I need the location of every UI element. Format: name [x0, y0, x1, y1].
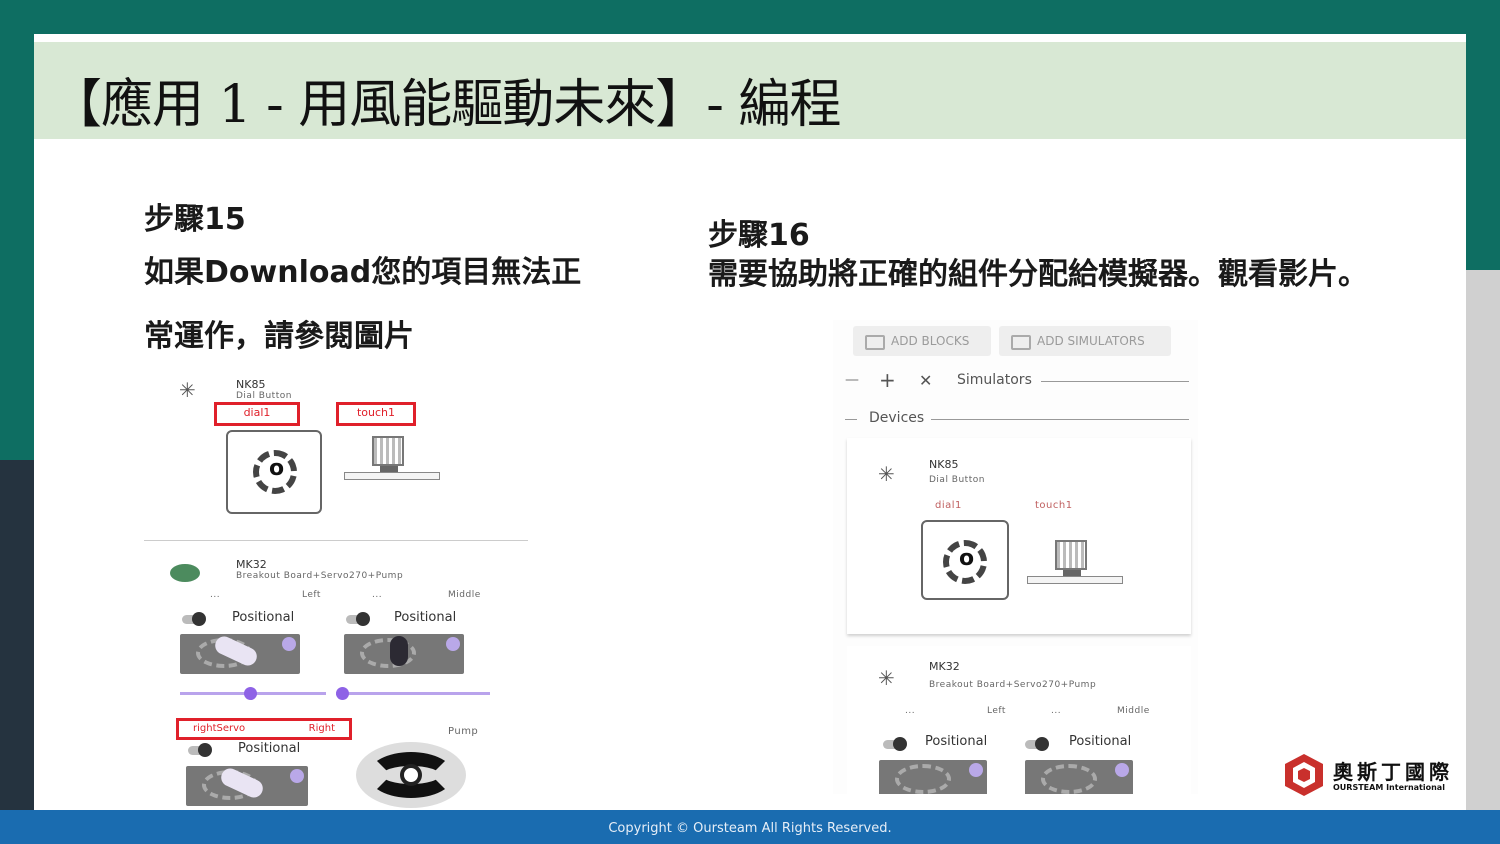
- left-servo-slider[interactable]: [180, 687, 326, 700]
- dots-left: ...: [210, 590, 221, 600]
- gear-icon: [1041, 764, 1097, 794]
- step15-line2: 常運作，請參閱圖片: [144, 319, 414, 354]
- left-label: Left: [302, 590, 321, 600]
- plus-icon[interactable]: +: [879, 368, 896, 392]
- dial-button-sim[interactable]: [226, 430, 322, 514]
- touch-sensor-sim[interactable]: [344, 436, 444, 486]
- device-card-mk32: MK32 Breakout Board+Servo270+Pump ... Le…: [847, 646, 1191, 794]
- slider-knob[interactable]: [336, 687, 349, 700]
- positional-label-3: Positional: [238, 741, 301, 756]
- screenshot-step15: NK85 Dial Button dial1 touch1 MK32 Break…: [144, 372, 554, 810]
- power-icon[interactable]: [446, 637, 460, 651]
- fan-hub-icon: [400, 764, 422, 786]
- dial-label-highlight: dial1: [214, 402, 300, 426]
- touch-body-icon: [1055, 540, 1087, 570]
- screenshot-step16: ADD BLOCKS ADD SIMULATORS — + ✕ Simulato…: [833, 320, 1198, 794]
- mk32-device-icon: [170, 564, 200, 582]
- gear-icon: [895, 764, 951, 794]
- dots-middle: ...: [1051, 706, 1062, 716]
- mk32-device-icon: [873, 666, 903, 690]
- touch-sensor-sim[interactable]: [1027, 536, 1123, 596]
- positional-toggle-1[interactable]: [883, 737, 907, 751]
- right-label: Right: [308, 723, 335, 734]
- positional-toggle-1[interactable]: [182, 612, 206, 626]
- middle-servo-sim[interactable]: [1025, 760, 1133, 794]
- middle-label: Middle: [448, 590, 481, 600]
- positional-label-2: Positional: [1069, 734, 1132, 749]
- pump-fan-sim[interactable]: [356, 742, 466, 808]
- positional-toggle-3[interactable]: [188, 743, 212, 757]
- simulators-divider: [1041, 381, 1189, 382]
- right-servo-sim[interactable]: [186, 766, 308, 806]
- device2-sub: Breakout Board+Servo270+Pump: [929, 680, 1097, 690]
- dial-button-sim[interactable]: [921, 520, 1009, 600]
- positional-toggle-2[interactable]: [1025, 737, 1049, 751]
- slider-knob[interactable]: [244, 687, 257, 700]
- slide-title: 【應用 1 - 用風能驅動未來】- 編程: [50, 75, 841, 135]
- device2-sub: Breakout Board+Servo270+Pump: [236, 571, 404, 581]
- left-label: Left: [987, 706, 1006, 716]
- positional-label-1: Positional: [925, 734, 988, 749]
- touch-base-icon: [1027, 576, 1123, 584]
- divider: [144, 540, 528, 541]
- simulators-label: Simulators: [957, 372, 1032, 388]
- device-card-nk85: NK85 Dial Button dial1 touch1: [847, 438, 1191, 634]
- device2-name: MK32: [929, 660, 960, 673]
- dial-knob-icon: [253, 450, 297, 494]
- logo-subtitle: OURSTEAM International: [1333, 783, 1445, 792]
- middle-label: Middle: [1117, 706, 1150, 716]
- touch-body-icon: [372, 436, 404, 466]
- positional-label-2: Positional: [394, 610, 457, 625]
- left-servo-sim[interactable]: [879, 760, 987, 794]
- devices-divider-left: [845, 419, 857, 420]
- nk85-device-icon: [873, 462, 903, 486]
- devices-label: Devices: [869, 410, 925, 426]
- dial-label: dial1: [935, 500, 962, 511]
- add-simulators-button[interactable]: ADD SIMULATORS: [999, 326, 1171, 356]
- step16-line1: 需要協助將正確的組件分配給模擬器。觀看影片。: [708, 257, 1368, 292]
- step16-heading: 步驟16: [708, 218, 810, 253]
- left-servo-sim[interactable]: [180, 634, 300, 674]
- footer-copyright: Copyright © Oursteam All Rights Reserved…: [0, 810, 1500, 844]
- devices-divider-right: [931, 419, 1189, 420]
- title-bar: 【應用 1 - 用風能驅動未來】- 編程: [34, 42, 1466, 139]
- touch-base-icon: [344, 472, 440, 480]
- company-logo: 奧斯丁國際 OURSTEAM International: [1283, 752, 1463, 798]
- middle-servo-sim[interactable]: [344, 634, 464, 674]
- step15-line1: 如果Download您的項目無法正: [144, 255, 582, 290]
- device1-sub: Dial Button: [929, 475, 985, 485]
- device2-name: MK32: [236, 558, 267, 571]
- right-servo-highlight: rightServo Right: [176, 718, 352, 740]
- device1-name: NK85: [929, 458, 959, 471]
- positional-label-1: Positional: [232, 610, 295, 625]
- power-icon[interactable]: [969, 763, 983, 777]
- cube-logo-icon: [1285, 754, 1323, 796]
- pump-label: Pump: [448, 726, 479, 737]
- positional-toggle-2[interactable]: [346, 612, 370, 626]
- power-icon[interactable]: [282, 637, 296, 651]
- servo-arm-icon: [390, 636, 408, 666]
- add-blocks-button[interactable]: ADD BLOCKS: [853, 326, 991, 356]
- slide: 【應用 1 - 用風能驅動未來】- 編程 步驟15 如果Download您的項目…: [34, 34, 1466, 810]
- middle-servo-slider[interactable]: [336, 687, 490, 700]
- power-icon[interactable]: [290, 769, 304, 783]
- dots-left: ...: [905, 706, 916, 716]
- dial-knob-icon: [943, 540, 987, 584]
- logo-name: 奧斯丁國際: [1333, 760, 1453, 784]
- close-icon[interactable]: ✕: [919, 371, 932, 390]
- device1-sub: Dial Button: [236, 391, 292, 401]
- nk85-device-icon: [174, 378, 204, 402]
- minus-icon[interactable]: —: [845, 372, 859, 388]
- power-icon[interactable]: [1115, 763, 1129, 777]
- right-servo-label: rightServo: [193, 723, 246, 734]
- dots-middle: ...: [372, 590, 383, 600]
- touch-label: touch1: [1035, 500, 1073, 511]
- device1-name: NK85: [236, 378, 266, 391]
- step15-heading: 步驟15: [144, 202, 246, 237]
- touch-label-highlight: touch1: [336, 402, 416, 426]
